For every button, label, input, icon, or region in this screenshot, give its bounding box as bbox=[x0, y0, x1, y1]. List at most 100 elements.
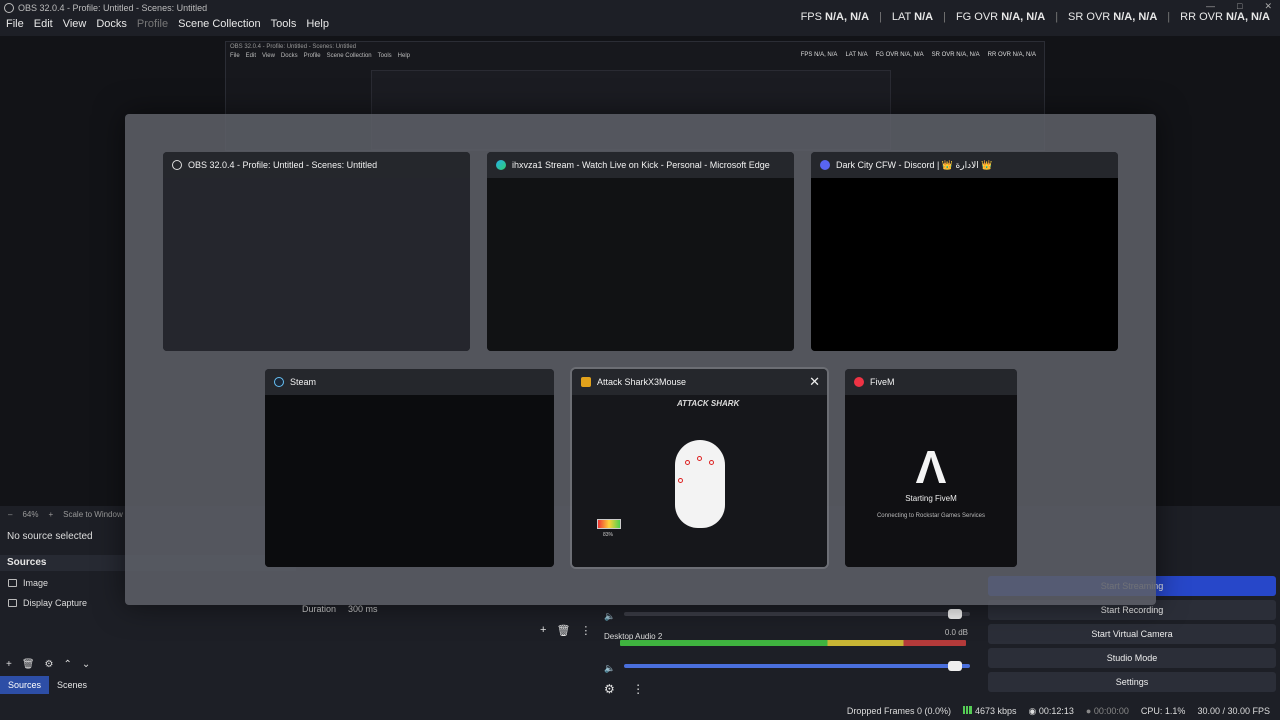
task-switcher: OBS 32.0.4 - Profile: Untitled - Scenes:… bbox=[125, 114, 1156, 605]
menu-tools[interactable]: Tools bbox=[271, 18, 297, 30]
menu-bar: File Edit View Docks Profile Scene Colle… bbox=[0, 15, 339, 33]
menu-help[interactable]: Help bbox=[306, 18, 329, 30]
scale-to-window[interactable]: Scale to Window bbox=[63, 510, 123, 519]
window-title: Dark City CFW - Discord | 👑 الادارة 👑 bbox=[836, 159, 993, 170]
dock-tabs: Sources Scenes bbox=[0, 676, 95, 694]
dropped-frames: Dropped Frames 0 (0.0%) bbox=[846, 706, 951, 716]
fg-ovr-stat: FG OVR N/A, N/A bbox=[955, 11, 1046, 23]
attack-shark-logo: ATTACK SHARK bbox=[677, 399, 740, 408]
audio-mixer: 🔈 Desktop Audio 2 0.0 dB 🔈 ⚙ ⋮ bbox=[600, 600, 980, 700]
tab-sources[interactable]: Sources bbox=[0, 676, 50, 694]
menu-view[interactable]: View bbox=[63, 18, 87, 30]
trash-icon[interactable]: 🗑 bbox=[556, 624, 570, 637]
menu-edit[interactable]: Edit bbox=[34, 18, 53, 30]
volume-knob[interactable] bbox=[948, 609, 962, 619]
signal-icon bbox=[962, 706, 972, 714]
menu-docks[interactable]: Docks bbox=[96, 18, 127, 30]
sources-toolbar: + 🗑 ⚙ ⌃ ⌄ bbox=[0, 656, 296, 672]
bitrate: 4673 kbps bbox=[962, 706, 1017, 716]
kebab-menu-icon[interactable]: ⋮ bbox=[580, 624, 591, 637]
track-db: 0.0 dB bbox=[944, 628, 968, 637]
tab-scenes[interactable]: Scenes bbox=[49, 676, 95, 694]
zoom-bar: – 64% + Scale to Window bbox=[0, 508, 123, 520]
battery-icon bbox=[597, 519, 621, 529]
status-bar: Dropped Frames 0 (0.0%) 4673 kbps ◉ 00:1… bbox=[0, 702, 1280, 720]
mouse-image bbox=[675, 440, 725, 528]
window-title: Steam bbox=[290, 377, 317, 387]
kebab-menu-icon[interactable]: ⋮ bbox=[632, 682, 644, 696]
mixer-track-1-slider[interactable]: 🔈 bbox=[604, 608, 974, 622]
window-preview bbox=[811, 178, 1118, 351]
cpu-usage: CPU: 1.1% bbox=[1140, 706, 1186, 716]
start-virtual-camera-button[interactable]: Start Virtual Camera bbox=[988, 624, 1276, 644]
menu-file[interactable]: File bbox=[6, 18, 24, 30]
switcher-window-fivem[interactable]: FiveM Λ Starting FiveM Connecting to Roc… bbox=[845, 369, 1017, 567]
speaker-icon[interactable]: 🔈 bbox=[604, 663, 615, 673]
fivem-icon bbox=[854, 377, 864, 387]
transition-duration: Duration 300 ms bbox=[302, 604, 378, 614]
steam-icon bbox=[274, 377, 284, 387]
window-title: OBS 32.0.4 - Profile: Untitled - Scenes:… bbox=[188, 160, 378, 170]
window-title: Attack SharkX3Mouse bbox=[597, 377, 687, 387]
studio-mode-button[interactable]: Studio Mode bbox=[988, 648, 1276, 668]
switcher-window-edge[interactable]: ihxvza1 Stream - Watch Live on Kick - Pe… bbox=[487, 152, 794, 351]
transition-tools: + 🗑 ⋮ bbox=[540, 624, 591, 637]
trash-icon[interactable]: 🗑 bbox=[22, 659, 35, 670]
duration-label: Duration bbox=[302, 604, 337, 614]
window-title: OBS 32.0.4 - Profile: Untitled - Scenes:… bbox=[18, 2, 208, 13]
settings-button[interactable]: Settings bbox=[988, 672, 1276, 692]
lat-stat: LAT N/A bbox=[891, 11, 934, 23]
add-icon[interactable]: + bbox=[540, 624, 546, 637]
window-title: FiveM bbox=[870, 377, 895, 387]
fps-readout: 30.00 / 30.00 FPS bbox=[1197, 706, 1270, 716]
discord-icon bbox=[820, 160, 830, 170]
switcher-window-attack-shark[interactable]: Attack SharkX3Mouse ✕ ATTACK SHARK 83% bbox=[572, 369, 827, 567]
recursive-stats: FPS N/A, N/A LAT N/A FG OVR N/A, N/A SR … bbox=[800, 52, 1036, 58]
attack-shark-icon bbox=[581, 377, 591, 387]
volume-slider[interactable] bbox=[624, 661, 970, 671]
switcher-window-discord[interactable]: Dark City CFW - Discord | 👑 الادارة 👑 bbox=[811, 152, 1118, 351]
recursive-title: OBS 32.0.4 - Profile: Untitled - Scenes:… bbox=[230, 44, 357, 50]
image-icon bbox=[8, 579, 17, 587]
move-down-icon[interactable]: ⌄ bbox=[82, 659, 90, 670]
battery-percent: 83% bbox=[603, 532, 614, 538]
volume-knob[interactable] bbox=[948, 661, 962, 671]
gear-icon[interactable]: ⚙ bbox=[45, 659, 54, 670]
volume-slider[interactable] bbox=[624, 609, 970, 619]
window-preview bbox=[265, 395, 554, 567]
fivem-logo-icon: Λ bbox=[915, 440, 947, 493]
source-label: Display Capture bbox=[23, 598, 88, 608]
obs-icon bbox=[172, 160, 182, 170]
window-title: ihxvza1 Stream - Watch Live on Kick - Pe… bbox=[512, 160, 770, 170]
level-meter bbox=[620, 640, 966, 646]
zoom-minus-icon[interactable]: – bbox=[8, 510, 12, 519]
mixer-track-2-slider[interactable]: 🔈 bbox=[604, 660, 974, 674]
fivem-connecting-label: Connecting to Rockstar Games Services bbox=[876, 512, 986, 519]
menu-scene-collection[interactable]: Scene Collection bbox=[178, 18, 261, 30]
record-time: ● 00:00:00 bbox=[1085, 706, 1129, 716]
zoom-level: 64% bbox=[22, 509, 39, 519]
meter-background bbox=[620, 640, 966, 646]
fivem-starting-label: Starting FiveM bbox=[905, 493, 957, 503]
menu-profile[interactable]: Profile bbox=[137, 18, 168, 30]
stats-overlay: FPS N/A, N/A | LAT N/A | FG OVR N/A, N/A… bbox=[800, 11, 1270, 23]
switcher-window-obs[interactable]: OBS 32.0.4 - Profile: Untitled - Scenes:… bbox=[163, 152, 470, 351]
edge-icon bbox=[496, 160, 506, 170]
add-icon[interactable]: + bbox=[6, 659, 12, 670]
fps-stat: FPS N/A, N/A bbox=[800, 11, 870, 23]
switcher-window-steam[interactable]: Steam bbox=[265, 369, 554, 567]
duration-value[interactable]: 300 ms bbox=[348, 604, 378, 614]
sr-ovr-stat: SR OVR N/A, N/A bbox=[1068, 11, 1158, 23]
zoom-plus-icon[interactable]: + bbox=[48, 510, 53, 519]
window-preview: ATTACK SHARK 83% bbox=[572, 395, 827, 567]
window-preview bbox=[163, 178, 470, 351]
window-preview bbox=[487, 178, 794, 351]
speaker-icon[interactable]: 🔈 bbox=[604, 611, 615, 621]
mixer-toolbar: ⚙ ⋮ bbox=[604, 682, 974, 696]
obs-window: OBS 32.0.4 - Profile: Untitled - Scenes:… bbox=[0, 0, 1280, 720]
move-up-icon[interactable]: ⌃ bbox=[64, 659, 72, 670]
close-icon[interactable]: ✕ bbox=[809, 374, 820, 390]
stream-time: ◉ 00:12:13 bbox=[1028, 705, 1074, 716]
mixer-settings-icon[interactable]: ⚙ bbox=[604, 682, 615, 696]
window-preview: Λ Starting FiveM Connecting to Rockstar … bbox=[845, 395, 1017, 567]
